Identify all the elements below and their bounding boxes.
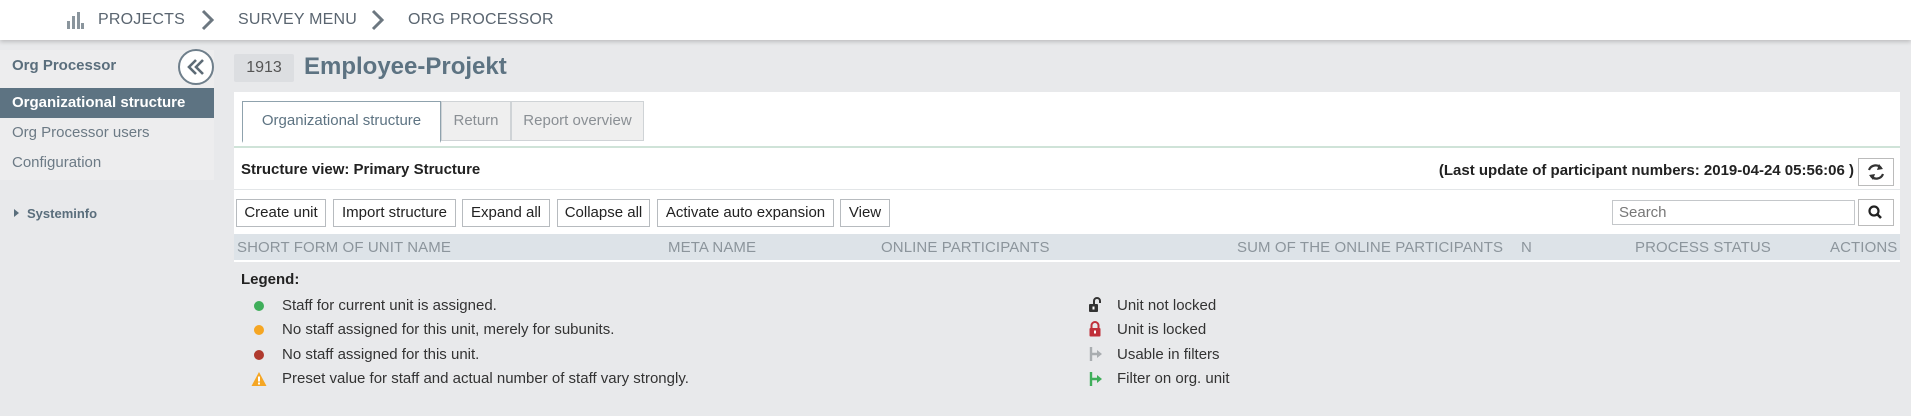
sidebar-systeminfo[interactable]: Systeminfo bbox=[27, 206, 97, 221]
double-chevron-left-icon bbox=[187, 59, 204, 75]
search-button[interactable] bbox=[1858, 199, 1894, 226]
legend-text: Filter on org. unit bbox=[1117, 370, 1230, 387]
column-sum-of-online-participants[interactable]: SUM OF THE ONLINE PARTICIPANTS bbox=[1237, 239, 1503, 256]
legend-text: Unit not locked bbox=[1117, 297, 1217, 314]
locked-icon bbox=[1089, 321, 1101, 337]
unlocked-icon bbox=[1089, 297, 1101, 312]
breadcrumb-projects[interactable]: PROJECTS bbox=[98, 11, 185, 29]
chevron-right-icon bbox=[201, 9, 215, 31]
column-process-status[interactable]: PROCESS STATUS bbox=[1635, 239, 1771, 256]
column-online-participants[interactable]: ONLINE PARTICIPANTS bbox=[881, 239, 1050, 256]
sidebar-title: Org Processor bbox=[12, 57, 117, 74]
bar-chart-icon bbox=[67, 12, 84, 29]
column-short-form-of-unit-name[interactable]: SHORT FORM OF UNIT NAME bbox=[237, 239, 451, 256]
breadcrumb-survey-menu[interactable]: SURVEY MENU bbox=[238, 11, 357, 29]
top-bar: PROJECTS SURVEY MENU ORG PROCESSOR bbox=[0, 0, 1911, 40]
legend-text: No staff assigned for this unit, merely … bbox=[282, 321, 615, 338]
caret-right-icon bbox=[14, 209, 19, 217]
column-meta-name[interactable]: META NAME bbox=[668, 239, 756, 256]
collapse-all-button[interactable]: Collapse all bbox=[557, 199, 650, 227]
refresh-icon bbox=[1867, 164, 1885, 180]
legend-text: Staff for current unit is assigned. bbox=[282, 297, 497, 314]
search-icon bbox=[1868, 205, 1882, 219]
structure-view-label: Structure view: Primary Structure bbox=[241, 161, 481, 178]
legend-text: Preset value for staff and actual number… bbox=[282, 370, 689, 387]
refresh-button[interactable] bbox=[1858, 158, 1894, 186]
legend-text: No staff assigned for this unit. bbox=[282, 346, 480, 363]
column-n[interactable]: N bbox=[1521, 239, 1532, 256]
divider bbox=[234, 189, 1900, 190]
project-number: 1913 bbox=[234, 54, 294, 82]
page-title: Employee-Projekt bbox=[304, 53, 507, 80]
orange-dot-icon bbox=[254, 325, 264, 335]
filter-usable-icon bbox=[1089, 347, 1102, 361]
column-actions: ACTIONS bbox=[1830, 239, 1898, 256]
chevron-right-icon bbox=[371, 9, 385, 31]
collapse-sidebar-button[interactable] bbox=[178, 49, 214, 85]
create-unit-button[interactable]: Create unit bbox=[236, 199, 326, 227]
sidebar-item-organizational-structure[interactable]: Organizational structure bbox=[0, 88, 214, 118]
green-dot-icon bbox=[254, 301, 264, 311]
search-input[interactable] bbox=[1612, 200, 1855, 225]
view-button[interactable]: View bbox=[840, 199, 890, 227]
breadcrumb-org-processor[interactable]: ORG PROCESSOR bbox=[408, 11, 554, 29]
sidebar-item-configuration[interactable]: Configuration bbox=[0, 148, 214, 178]
import-structure-button[interactable]: Import structure bbox=[333, 199, 456, 227]
legend-text: Unit is locked bbox=[1117, 321, 1207, 338]
legend-text: Usable in filters bbox=[1117, 346, 1220, 363]
tab-return[interactable]: Return bbox=[441, 101, 511, 141]
tab-organizational-structure[interactable]: Organizational structure bbox=[242, 101, 441, 143]
activate-auto-expansion-button[interactable]: Activate auto expansion bbox=[657, 199, 834, 227]
red-dot-icon bbox=[254, 350, 264, 360]
sidebar-item-org-processor-users[interactable]: Org Processor users bbox=[0, 118, 214, 148]
last-update-label: (Last update of participant numbers: 201… bbox=[1438, 162, 1854, 179]
filter-active-icon bbox=[1089, 372, 1102, 386]
legend-title: Legend: bbox=[241, 271, 300, 288]
tab-report-overview[interactable]: Report overview bbox=[511, 101, 644, 141]
warning-icon bbox=[251, 372, 267, 386]
expand-all-button[interactable]: Expand all bbox=[462, 199, 550, 227]
